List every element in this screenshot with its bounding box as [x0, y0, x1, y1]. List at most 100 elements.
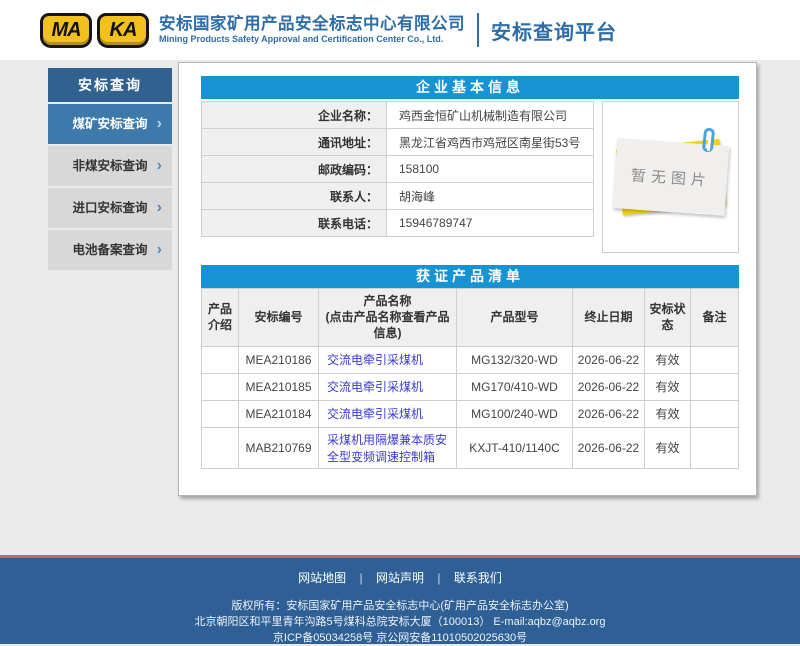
org-name-cn: 安标国家矿用产品安全标志中心有限公司	[159, 15, 465, 34]
company-info-header: 企业基本信息	[201, 76, 739, 99]
company-name-value: 鸡西金恒矿山机械制造有限公司	[387, 102, 594, 129]
product-model: MG100/240-WD	[457, 400, 573, 427]
main-panel: 企业基本信息 企业名称： 鸡西金恒矿山机械制造有限公司 通讯地址： 黑龙江省鸡西…	[178, 62, 757, 496]
products-header: 获证产品清单	[201, 265, 739, 288]
product-model: MG170/410-WD	[457, 373, 573, 400]
org-name-en: Mining Products Safety Approval and Cert…	[159, 34, 465, 44]
sidebar-item-label: 非煤安标查询	[72, 159, 147, 173]
product-end-date: 2026-06-22	[573, 373, 645, 400]
product-name-link[interactable]: 交流电牵引采煤机	[327, 407, 423, 421]
postcode-label: 邮政编码：	[202, 156, 387, 183]
footer-separator: |	[360, 571, 363, 585]
product-name-cell: 交流电牵引采煤机	[319, 346, 457, 373]
chevron-right-icon: ›	[157, 230, 162, 270]
col-product-name-title: 产品名称	[321, 293, 454, 309]
product-row: MEA210184 交流电牵引采煤机 MG100/240-WD 2026-06-…	[202, 400, 739, 427]
col-mark-code: 安标编号	[239, 289, 319, 347]
col-product-name-note: (点击产品名称查看产品信息)	[321, 309, 454, 341]
product-name-link[interactable]: 采煤机用隔爆兼本质安全型变频调速控制箱	[327, 433, 447, 464]
product-model: KXJT-410/1140C	[457, 427, 573, 468]
org-title-block: 安标国家矿用产品安全标志中心有限公司 Mining Products Safet…	[159, 15, 465, 44]
maka-logo[interactable]: MA KA	[40, 13, 149, 48]
address-label: 通讯地址：	[202, 129, 387, 156]
footer-link-sitemap[interactable]: 网站地图	[298, 571, 346, 585]
product-row: MAB210769 采煤机用隔爆兼本质安全型变频调速控制箱 KXJT-410/1…	[202, 427, 739, 468]
col-note: 备注	[691, 289, 739, 347]
chevron-right-icon: ›	[157, 146, 162, 186]
col-end-date: 终止日期	[573, 289, 645, 347]
col-product-name: 产品名称 (点击产品名称查看产品信息)	[319, 289, 457, 347]
footer-link-statement[interactable]: 网站声明	[376, 571, 424, 585]
page: MA KA 安标国家矿用产品安全标志中心有限公司 Mining Products…	[0, 0, 800, 644]
sidebar: 安标查询 煤矿安标查询 › 非煤安标查询 › 进口安标查询 › 电池备案查询 ›	[48, 68, 172, 270]
platform-title: 安标查询平台	[491, 16, 617, 45]
status-badge: 有效	[645, 373, 691, 400]
company-info-section: 企业名称： 鸡西金恒矿山机械制造有限公司 通讯地址： 黑龙江省鸡西市鸡冠区南星街…	[201, 101, 739, 253]
product-note	[691, 346, 739, 373]
product-model: MG132/320-WD	[457, 346, 573, 373]
header-divider	[477, 13, 479, 47]
table-row: 通讯地址： 黑龙江省鸡西市鸡冠区南星街53号	[202, 129, 594, 156]
col-status: 安标状态	[645, 289, 691, 347]
sidebar-item-label: 进口安标查询	[72, 201, 147, 215]
product-row: MEA210185 交流电牵引采煤机 MG170/410-WD 2026-06-…	[202, 373, 739, 400]
sidebar-title: 安标查询	[48, 68, 172, 102]
no-image-placeholder: 暂无图片	[602, 101, 739, 253]
chevron-right-icon: ›	[157, 104, 162, 144]
table-header-row: 产品介绍 安标编号 产品名称 (点击产品名称查看产品信息) 产品型号 终止日期 …	[202, 289, 739, 347]
product-intro-cell	[202, 373, 239, 400]
col-model: 产品型号	[457, 289, 573, 347]
product-name-cell: 交流电牵引采煤机	[319, 373, 457, 400]
footer-link-contact[interactable]: 联系我们	[454, 571, 502, 585]
product-note	[691, 400, 739, 427]
phone-label: 联系电话：	[202, 210, 387, 237]
table-row: 企业名称： 鸡西金恒矿山机械制造有限公司	[202, 102, 594, 129]
product-code: MEA210186	[239, 346, 319, 373]
product-code: MEA210185	[239, 373, 319, 400]
footer-separator: |	[437, 571, 440, 585]
contact-person-value: 胡海峰	[387, 183, 594, 210]
company-name-label: 企业名称：	[202, 102, 387, 129]
phone-value: 15946789747	[387, 210, 594, 237]
product-name-cell: 交流电牵引采煤机	[319, 400, 457, 427]
address-value: 黑龙江省鸡西市鸡冠区南星街53号	[387, 129, 594, 156]
sidebar-item-import-query[interactable]: 进口安标查询 ›	[48, 188, 172, 228]
content-area: 安标查询 煤矿安标查询 › 非煤安标查询 › 进口安标查询 › 电池备案查询 ›…	[0, 60, 800, 555]
page-footer: 网站地图 | 网站声明 | 联系我们 版权所有：安标国家矿用产品安全标志中心(矿…	[0, 555, 800, 644]
top-header: MA KA 安标国家矿用产品安全标志中心有限公司 Mining Products…	[0, 0, 800, 60]
product-code: MEA210184	[239, 400, 319, 427]
footer-copyright: 版权所有：安标国家矿用产品安全标志中心(矿用产品安全标志办公室)	[0, 598, 800, 614]
product-intro-cell	[202, 346, 239, 373]
postcode-value: 158100	[387, 156, 594, 183]
col-product-intro: 产品介绍	[202, 289, 239, 347]
product-intro-cell	[202, 427, 239, 468]
sidebar-item-label: 电池备案查询	[72, 243, 147, 257]
chevron-right-icon: ›	[157, 188, 162, 228]
product-intro-cell	[202, 400, 239, 427]
sidebar-item-non-coal-query[interactable]: 非煤安标查询 ›	[48, 146, 172, 186]
footer-address: 北京朝阳区和平里青年沟路5号煤科总院安标大厦（100013） E-mail:aq…	[0, 614, 800, 630]
footer-links: 网站地图 | 网站声明 | 联系我们	[0, 569, 800, 586]
product-end-date: 2026-06-22	[573, 400, 645, 427]
status-badge: 有效	[645, 400, 691, 427]
product-name-cell: 采煤机用隔爆兼本质安全型变频调速控制箱	[319, 427, 457, 468]
status-badge: 有效	[645, 346, 691, 373]
table-row: 联系电话： 15946789747	[202, 210, 594, 237]
table-row: 联系人： 胡海峰	[202, 183, 594, 210]
ma-badge-icon: MA	[40, 13, 92, 48]
contact-person-label: 联系人：	[202, 183, 387, 210]
company-info-table: 企业名称： 鸡西金恒矿山机械制造有限公司 通讯地址： 黑龙江省鸡西市鸡冠区南星街…	[201, 101, 594, 237]
product-name-link[interactable]: 交流电牵引采煤机	[327, 353, 423, 367]
product-end-date: 2026-06-22	[573, 346, 645, 373]
sidebar-item-label: 煤矿安标查询	[72, 117, 147, 131]
product-code: MAB210769	[239, 427, 319, 468]
status-badge: 有效	[645, 427, 691, 468]
sidebar-item-battery-query[interactable]: 电池备案查询 ›	[48, 230, 172, 270]
product-note	[691, 373, 739, 400]
sidebar-item-coal-mine-query[interactable]: 煤矿安标查询 ›	[48, 104, 172, 144]
products-table: 产品介绍 安标编号 产品名称 (点击产品名称查看产品信息) 产品型号 终止日期 …	[201, 288, 739, 469]
product-end-date: 2026-06-22	[573, 427, 645, 468]
ka-badge-icon: KA	[97, 13, 149, 48]
product-note	[691, 427, 739, 468]
product-name-link[interactable]: 交流电牵引采煤机	[327, 380, 423, 394]
